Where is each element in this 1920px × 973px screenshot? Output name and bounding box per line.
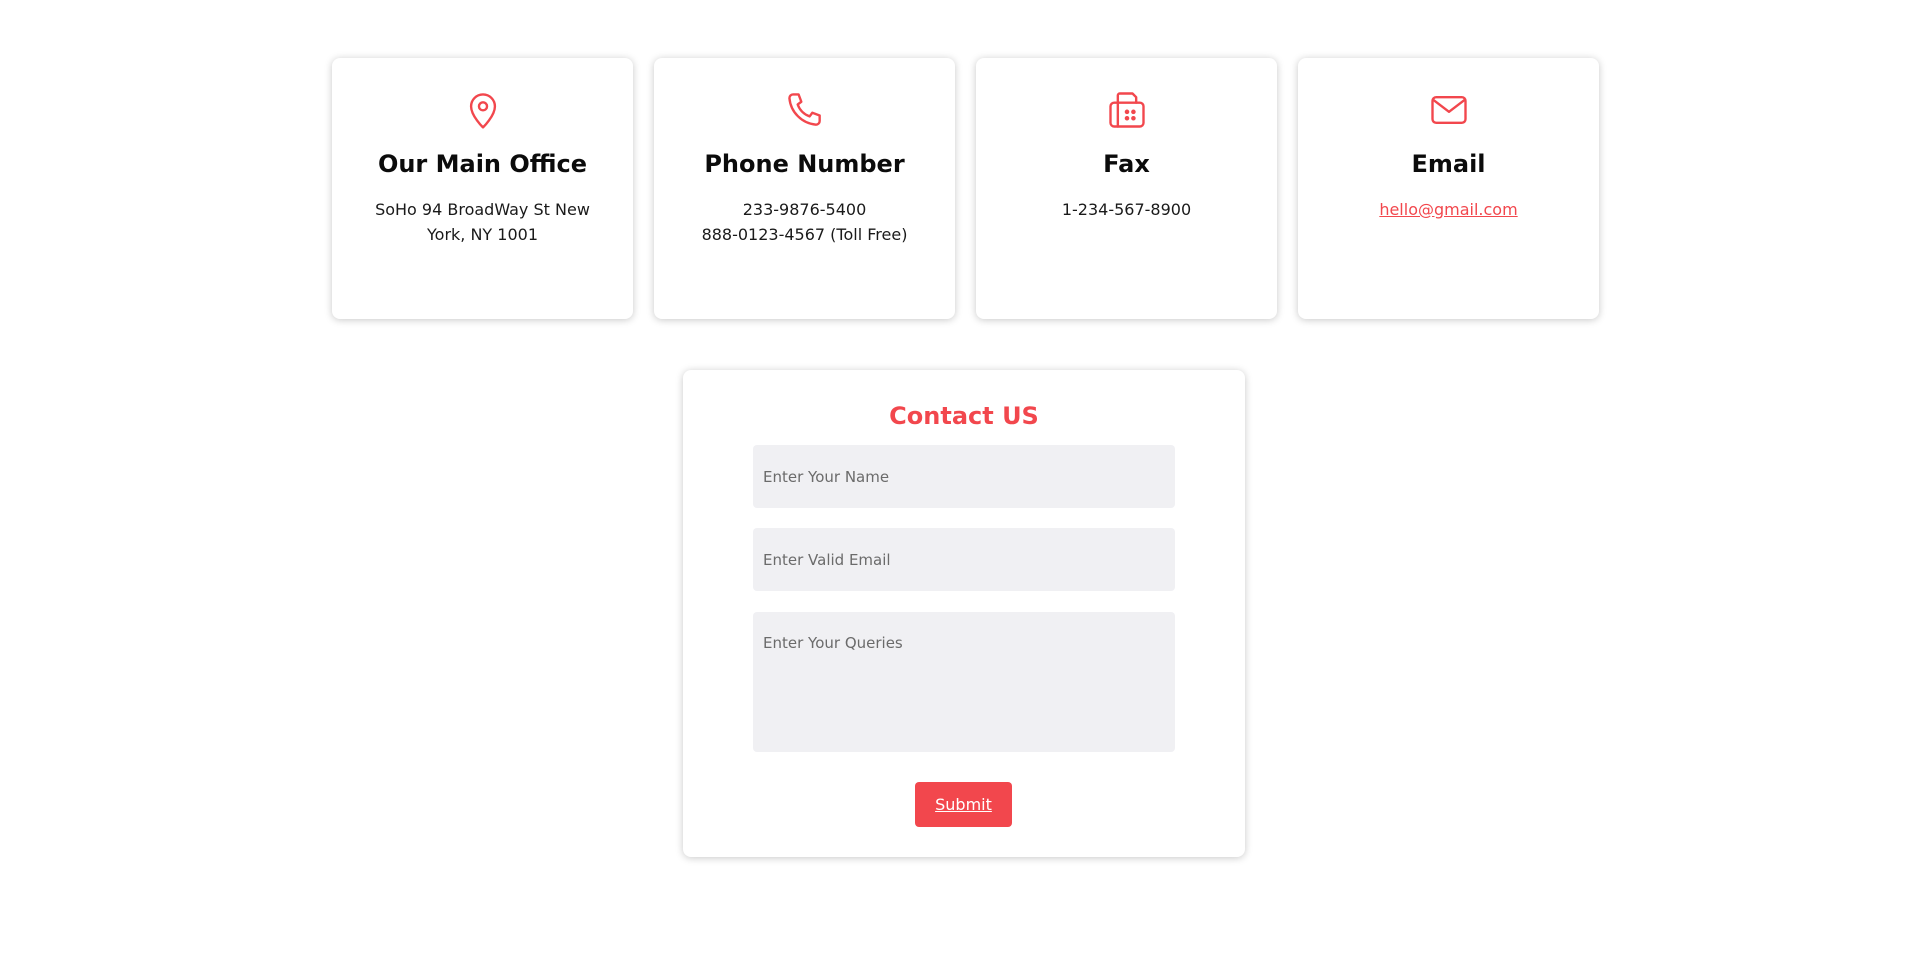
contact-form: Contact US Submit	[683, 370, 1245, 857]
submit-button[interactable]: Submit	[915, 782, 1012, 827]
phone-numbers: 233-9876-5400 888-0123-4567 (Toll Free)	[654, 197, 955, 247]
email-card: Email hello@gmail.com	[1298, 58, 1599, 319]
office-title: Our Main Office	[377, 150, 588, 178]
fax-number: 1-234-567-8900	[976, 197, 1277, 222]
email-text: hello@gmail.com	[1298, 197, 1599, 222]
office-address-line-1: SoHo 94 BroadWay St New	[375, 199, 590, 219]
email-input[interactable]	[753, 528, 1175, 591]
fax-number-line: 1-234-567-8900	[1061, 199, 1192, 219]
email-link[interactable]: hello@gmail.com	[1379, 200, 1517, 219]
queries-textarea[interactable]	[753, 612, 1175, 752]
fax-card: Fax 1-234-567-8900	[976, 58, 1277, 319]
phone-card: Phone Number 233-9876-5400 888-0123-4567…	[654, 58, 955, 319]
email-title: Email	[1411, 150, 1486, 178]
phone-icon	[783, 88, 827, 132]
name-input[interactable]	[753, 445, 1175, 508]
office-card: Our Main Office SoHo 94 BroadWay St New …	[332, 58, 633, 319]
fax-icon	[1105, 88, 1149, 132]
mail-icon	[1427, 88, 1471, 132]
fax-title: Fax	[1103, 150, 1150, 178]
contact-info-cards: Our Main Office SoHo 94 BroadWay St New …	[332, 58, 1599, 319]
phone-title: Phone Number	[704, 150, 905, 178]
form-title: Contact US	[889, 402, 1039, 430]
phone-number-primary: 233-9876-5400	[742, 199, 867, 219]
office-address: SoHo 94 BroadWay St New York, NY 1001	[332, 197, 633, 247]
office-address-line-2: York, NY 1001	[427, 224, 538, 244]
map-pin-icon	[461, 88, 505, 132]
phone-number-toll-free: 888-0123-4567 (Toll Free)	[701, 224, 908, 244]
